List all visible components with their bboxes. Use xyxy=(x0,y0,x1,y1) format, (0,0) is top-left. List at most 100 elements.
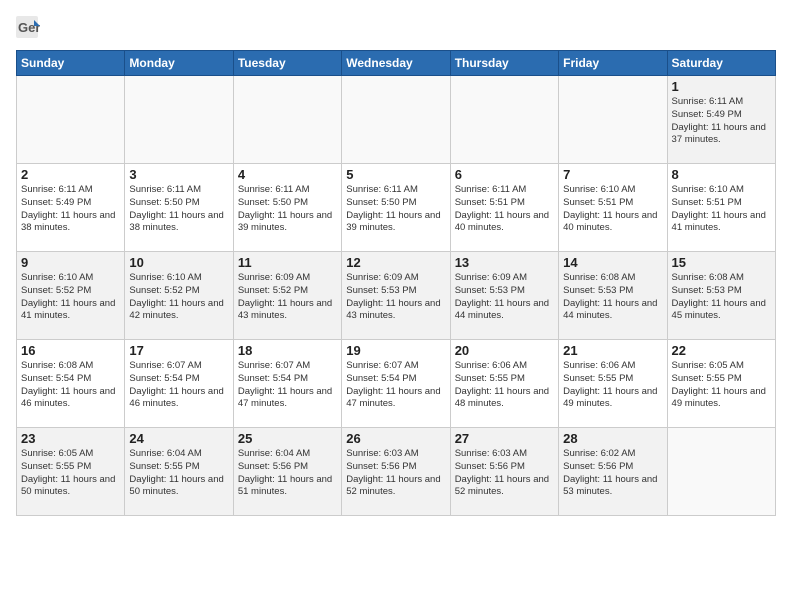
day-info: Sunrise: 6:09 AM Sunset: 5:53 PM Dayligh… xyxy=(346,272,445,323)
calendar-cell: 3 Sunrise: 6:11 AM Sunset: 5:50 PM Daylig… xyxy=(125,164,233,252)
calendar-cell: 23 Sunrise: 6:05 AM Sunset: 5:55 PM Dayli… xyxy=(17,428,125,516)
calendar-cell: 25 Sunrise: 6:04 AM Sunset: 5:56 PM Dayli… xyxy=(233,428,341,516)
day-info: Sunrise: 6:02 AM Sunset: 5:56 PM Dayligh… xyxy=(563,448,662,499)
calendar-cell: 17 Sunrise: 6:07 AM Sunset: 5:54 PM Dayli… xyxy=(125,340,233,428)
day-number: 27 xyxy=(455,431,554,446)
weekday-header-sunday: Sunday xyxy=(17,51,125,76)
calendar-cell: 13 Sunrise: 6:09 AM Sunset: 5:53 PM Dayli… xyxy=(450,252,558,340)
day-number: 19 xyxy=(346,343,445,358)
calendar-cell: 26 Sunrise: 6:03 AM Sunset: 5:56 PM Dayli… xyxy=(342,428,450,516)
day-number: 22 xyxy=(672,343,771,358)
calendar-cell: 24 Sunrise: 6:04 AM Sunset: 5:55 PM Dayli… xyxy=(125,428,233,516)
calendar-cell xyxy=(125,76,233,164)
day-info: Sunrise: 6:03 AM Sunset: 5:56 PM Dayligh… xyxy=(346,448,445,499)
day-info: Sunrise: 6:11 AM Sunset: 5:49 PM Dayligh… xyxy=(672,96,771,147)
day-info: Sunrise: 6:09 AM Sunset: 5:53 PM Dayligh… xyxy=(455,272,554,323)
calendar-cell: 14 Sunrise: 6:08 AM Sunset: 5:53 PM Dayli… xyxy=(559,252,667,340)
day-info: Sunrise: 6:10 AM Sunset: 5:52 PM Dayligh… xyxy=(21,272,120,323)
calendar-cell: 8 Sunrise: 6:10 AM Sunset: 5:51 PM Daylig… xyxy=(667,164,775,252)
day-number: 8 xyxy=(672,167,771,182)
day-number: 18 xyxy=(238,343,337,358)
calendar-cell xyxy=(17,76,125,164)
calendar-cell: 9 Sunrise: 6:10 AM Sunset: 5:52 PM Daylig… xyxy=(17,252,125,340)
calendar-cell: 4 Sunrise: 6:11 AM Sunset: 5:50 PM Daylig… xyxy=(233,164,341,252)
weekday-header-wednesday: Wednesday xyxy=(342,51,450,76)
day-info: Sunrise: 6:04 AM Sunset: 5:55 PM Dayligh… xyxy=(129,448,228,499)
day-info: Sunrise: 6:11 AM Sunset: 5:50 PM Dayligh… xyxy=(346,184,445,235)
calendar-table: SundayMondayTuesdayWednesdayThursdayFrid… xyxy=(16,50,776,516)
day-number: 5 xyxy=(346,167,445,182)
day-info: Sunrise: 6:07 AM Sunset: 5:54 PM Dayligh… xyxy=(129,360,228,411)
calendar-week-row: 23 Sunrise: 6:05 AM Sunset: 5:55 PM Dayli… xyxy=(17,428,776,516)
calendar-cell: 5 Sunrise: 6:11 AM Sunset: 5:50 PM Daylig… xyxy=(342,164,450,252)
calendar-cell: 18Sunrise: 6:07 AM Sunset: 5:54 PM Dayli… xyxy=(233,340,341,428)
calendar-cell xyxy=(450,76,558,164)
calendar-cell xyxy=(667,428,775,516)
day-number: 23 xyxy=(21,431,120,446)
day-info: Sunrise: 6:10 AM Sunset: 5:51 PM Dayligh… xyxy=(672,184,771,235)
calendar-cell: 27 Sunrise: 6:03 AM Sunset: 5:56 PM Dayli… xyxy=(450,428,558,516)
day-number: 17 xyxy=(129,343,228,358)
calendar-cell: 12 Sunrise: 6:09 AM Sunset: 5:53 PM Dayli… xyxy=(342,252,450,340)
day-info: Sunrise: 6:10 AM Sunset: 5:52 PM Dayligh… xyxy=(129,272,228,323)
day-info: Sunrise: 6:05 AM Sunset: 5:55 PM Dayligh… xyxy=(21,448,120,499)
day-number: 21 xyxy=(563,343,662,358)
day-info: Sunrise: 6:10 AM Sunset: 5:51 PM Dayligh… xyxy=(563,184,662,235)
weekday-header-tuesday: Tuesday xyxy=(233,51,341,76)
day-number: 1 xyxy=(672,79,771,94)
logo-icon: Gene xyxy=(16,16,40,44)
day-info: Sunrise: 6:08 AM Sunset: 5:53 PM Dayligh… xyxy=(672,272,771,323)
day-number: 9 xyxy=(21,255,120,270)
calendar-cell: 7 Sunrise: 6:10 AM Sunset: 5:51 PM Daylig… xyxy=(559,164,667,252)
weekday-header-friday: Friday xyxy=(559,51,667,76)
calendar-week-row: 16Sunrise: 6:08 AM Sunset: 5:54 PM Dayli… xyxy=(17,340,776,428)
day-info: Sunrise: 6:11 AM Sunset: 5:49 PM Dayligh… xyxy=(21,184,120,235)
day-number: 4 xyxy=(238,167,337,182)
day-number: 15 xyxy=(672,255,771,270)
calendar-cell: 19 Sunrise: 6:07 AM Sunset: 5:54 PM Dayli… xyxy=(342,340,450,428)
day-info: Sunrise: 6:06 AM Sunset: 5:55 PM Dayligh… xyxy=(563,360,662,411)
svg-text:Gene: Gene xyxy=(18,20,40,35)
calendar-week-row: 9 Sunrise: 6:10 AM Sunset: 5:52 PM Daylig… xyxy=(17,252,776,340)
logo: Gene xyxy=(16,16,44,44)
weekday-header-row: SundayMondayTuesdayWednesdayThursdayFrid… xyxy=(17,51,776,76)
day-number: 6 xyxy=(455,167,554,182)
weekday-header-monday: Monday xyxy=(125,51,233,76)
day-info: Sunrise: 6:11 AM Sunset: 5:50 PM Dayligh… xyxy=(238,184,337,235)
day-number: 11 xyxy=(238,255,337,270)
day-info: Sunrise: 6:04 AM Sunset: 5:56 PM Dayligh… xyxy=(238,448,337,499)
day-number: 7 xyxy=(563,167,662,182)
calendar-cell xyxy=(559,76,667,164)
calendar-cell: 11 Sunrise: 6:09 AM Sunset: 5:52 PM Dayli… xyxy=(233,252,341,340)
day-info: Sunrise: 6:03 AM Sunset: 5:56 PM Dayligh… xyxy=(455,448,554,499)
day-number: 3 xyxy=(129,167,228,182)
day-number: 16 xyxy=(21,343,120,358)
day-info: Sunrise: 6:08 AM Sunset: 5:53 PM Dayligh… xyxy=(563,272,662,323)
day-info: Sunrise: 6:11 AM Sunset: 5:50 PM Dayligh… xyxy=(129,184,228,235)
calendar-week-row: 2 Sunrise: 6:11 AM Sunset: 5:49 PM Daylig… xyxy=(17,164,776,252)
day-info: Sunrise: 6:05 AM Sunset: 5:55 PM Dayligh… xyxy=(672,360,771,411)
calendar-cell: 2 Sunrise: 6:11 AM Sunset: 5:49 PM Daylig… xyxy=(17,164,125,252)
weekday-header-thursday: Thursday xyxy=(450,51,558,76)
day-number: 13 xyxy=(455,255,554,270)
day-number: 12 xyxy=(346,255,445,270)
day-number: 14 xyxy=(563,255,662,270)
page-header: Gene xyxy=(16,16,776,44)
calendar-cell: 6 Sunrise: 6:11 AM Sunset: 5:51 PM Daylig… xyxy=(450,164,558,252)
day-info: Sunrise: 6:11 AM Sunset: 5:51 PM Dayligh… xyxy=(455,184,554,235)
calendar-cell: 21 Sunrise: 6:06 AM Sunset: 5:55 PM Dayli… xyxy=(559,340,667,428)
calendar-cell: 1 Sunrise: 6:11 AM Sunset: 5:49 PM Daylig… xyxy=(667,76,775,164)
day-number: 28 xyxy=(563,431,662,446)
day-number: 24 xyxy=(129,431,228,446)
calendar-cell: 10Sunrise: 6:10 AM Sunset: 5:52 PM Dayli… xyxy=(125,252,233,340)
day-number: 25 xyxy=(238,431,337,446)
day-info: Sunrise: 6:06 AM Sunset: 5:55 PM Dayligh… xyxy=(455,360,554,411)
day-info: Sunrise: 6:07 AM Sunset: 5:54 PM Dayligh… xyxy=(346,360,445,411)
calendar-week-row: 1 Sunrise: 6:11 AM Sunset: 5:49 PM Daylig… xyxy=(17,76,776,164)
calendar-cell: 22 Sunrise: 6:05 AM Sunset: 5:55 PM Dayli… xyxy=(667,340,775,428)
day-number: 26 xyxy=(346,431,445,446)
calendar-cell: 16Sunrise: 6:08 AM Sunset: 5:54 PM Dayli… xyxy=(17,340,125,428)
day-number: 2 xyxy=(21,167,120,182)
calendar-cell xyxy=(342,76,450,164)
day-info: Sunrise: 6:09 AM Sunset: 5:52 PM Dayligh… xyxy=(238,272,337,323)
